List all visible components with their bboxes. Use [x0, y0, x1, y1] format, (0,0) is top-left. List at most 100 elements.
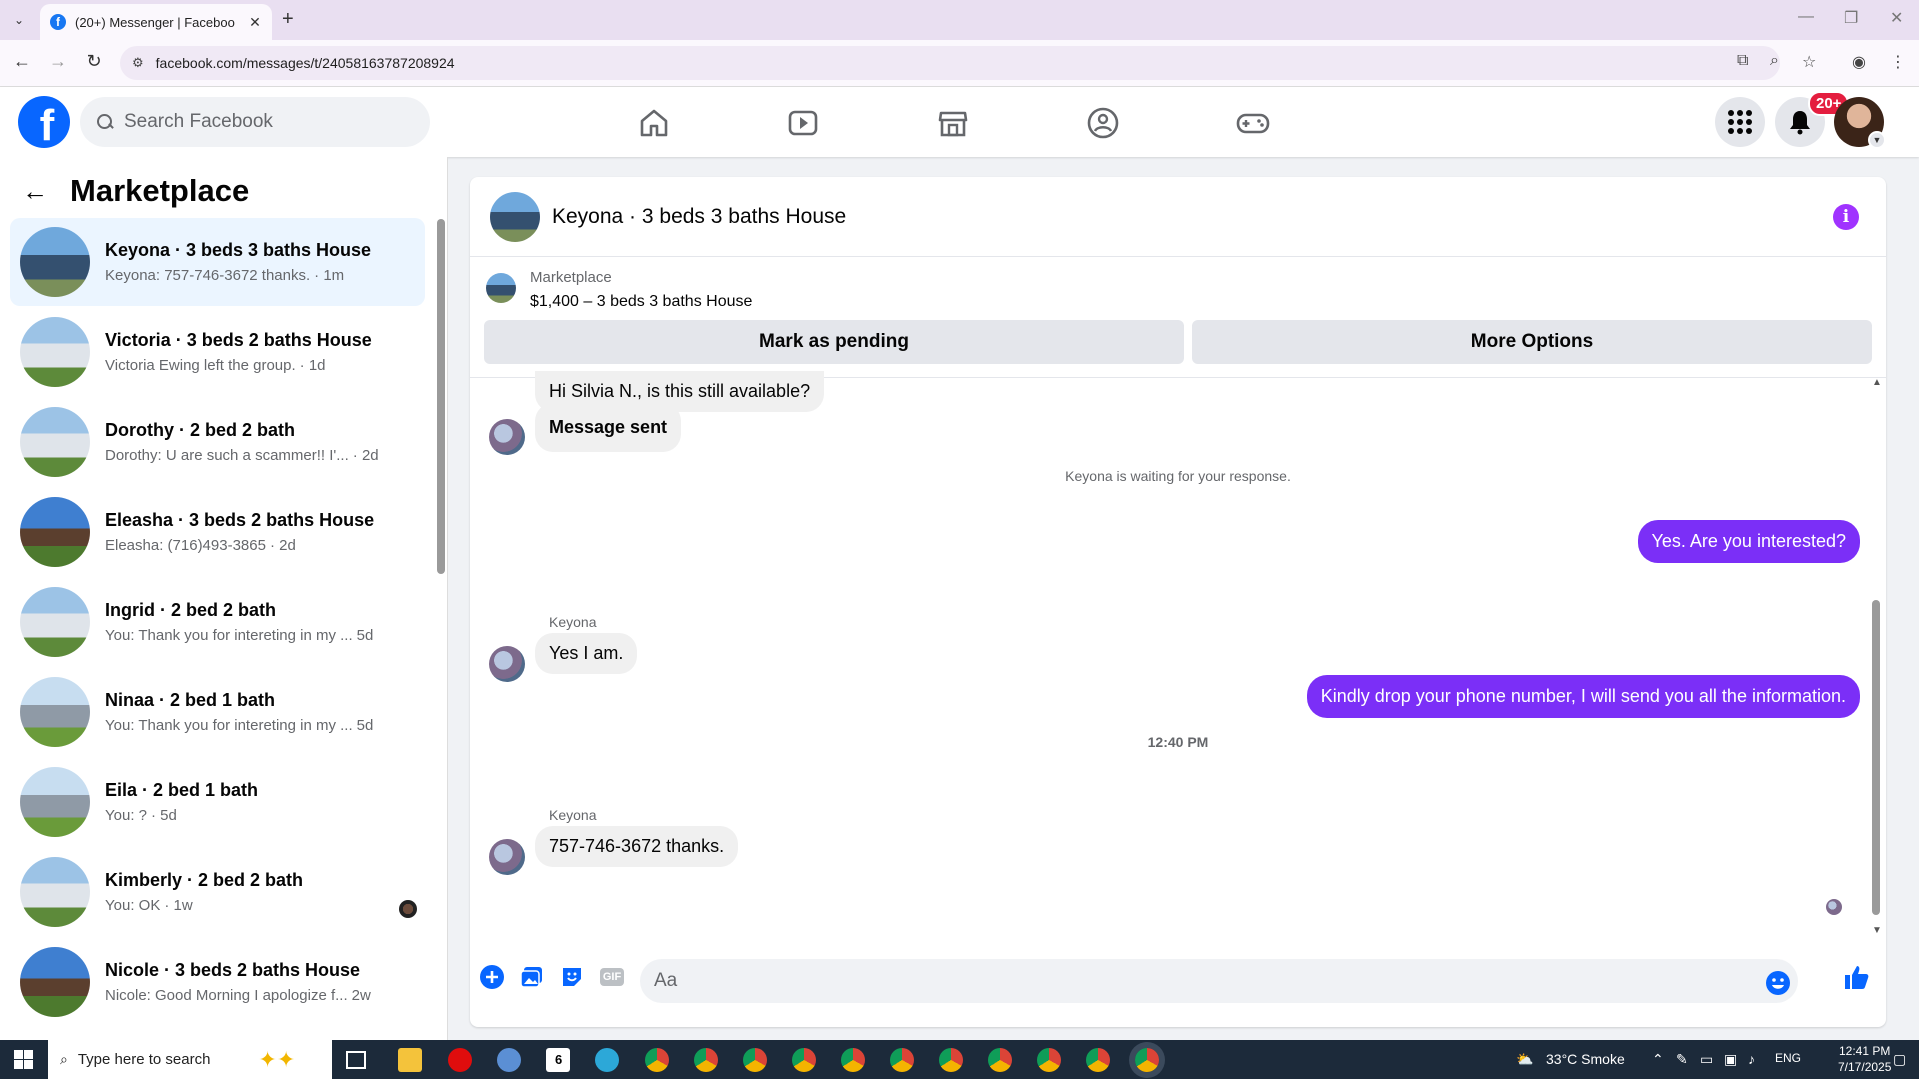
zoom-icon[interactable]: ⌕: [1770, 52, 1779, 70]
bookmark-star-icon[interactable]: ☆: [1802, 52, 1816, 72]
tab-search-chevron-icon[interactable]: ⌄: [8, 9, 30, 31]
conversation-name: Eila · 2 bed 1 bath: [105, 780, 259, 800]
back-arrow-icon[interactable]: ←: [22, 176, 48, 207]
new-tab-icon[interactable]: +: [282, 8, 294, 31]
site-info-icon[interactable]: ⚙: [132, 55, 144, 71]
back-icon[interactable]: ←: [10, 51, 34, 72]
tab-close-icon[interactable]: ✕: [244, 14, 266, 31]
sidebar-scrollbar[interactable]: [437, 219, 445, 574]
chrome-icon[interactable]: [890, 1048, 914, 1072]
sticker-icon[interactable]: [558, 963, 586, 991]
menu-dots-icon[interactable]: ⋮: [1890, 52, 1906, 72]
profile-icon[interactable]: ◉: [1852, 52, 1866, 72]
app-icon[interactable]: [497, 1048, 521, 1072]
search-input[interactable]: [124, 111, 404, 133]
search-box[interactable]: [80, 97, 430, 147]
sender-avatar[interactable]: [489, 839, 525, 875]
conversation-item[interactable]: Keyona · 3 beds 3 baths House Keyona: 75…: [10, 218, 425, 306]
chrome-icon[interactable]: [841, 1048, 865, 1072]
chat-listing-thumbnail[interactable]: [490, 191, 540, 242]
account-chevron-icon[interactable]: ▼: [1868, 131, 1886, 149]
photo-icon[interactable]: [518, 963, 546, 991]
conversation-item[interactable]: Ingrid · 2 bed 2 bath You: Thank you for…: [10, 578, 425, 666]
weather-text[interactable]: 33°C Smoke: [1546, 1051, 1625, 1067]
sender-avatar[interactable]: [489, 419, 525, 455]
sender-avatar[interactable]: [489, 646, 525, 682]
reload-icon[interactable]: ↻: [82, 51, 106, 72]
minimize-icon[interactable]: —: [1798, 8, 1814, 26]
facebook-logo-icon[interactable]: f: [18, 96, 70, 148]
thumbs-up-icon[interactable]: [1842, 963, 1870, 991]
more-options-button[interactable]: More Options: [1192, 320, 1872, 364]
taskbar-clock[interactable]: 12:41 PM 7/17/2025: [1838, 1043, 1891, 1075]
restore-icon[interactable]: ❐: [1844, 8, 1858, 28]
network-icon[interactable]: ▣: [1724, 1051, 1737, 1068]
chat-panel: Keyona · 3 beds 3 baths House i Marketpl…: [470, 177, 1886, 1027]
windows-start-icon[interactable]: [14, 1050, 33, 1069]
taskbar-search-text: Type here to search: [77, 1051, 211, 1068]
conversation-item[interactable]: Eleasha · 3 beds 2 baths House Eleasha: …: [10, 488, 425, 576]
browser-tab[interactable]: f (20+) Messenger | Facebook ✕: [40, 4, 272, 40]
files-app-icon[interactable]: 6: [546, 1048, 570, 1072]
language-indicator[interactable]: ENG: [1775, 1051, 1801, 1065]
chrome-active-icon[interactable]: [1135, 1048, 1159, 1072]
task-view-icon[interactable]: [346, 1051, 366, 1069]
chrome-icon[interactable]: [1086, 1048, 1110, 1072]
conversation-item[interactable]: Dorothy · 2 bed 2 bath Dorothy: U are su…: [10, 398, 425, 486]
info-icon[interactable]: i: [1833, 204, 1859, 230]
marketplace-icon[interactable]: [935, 105, 971, 141]
gif-icon[interactable]: GIF: [598, 963, 626, 991]
chrome-icon[interactable]: [743, 1048, 767, 1072]
conversation-item[interactable]: Kimberly · 2 bed 2 bath You: OK · 1w: [10, 848, 425, 936]
tab-title: (20+) Messenger | Facebook: [75, 14, 235, 30]
edge-icon[interactable]: [595, 1048, 619, 1072]
plus-circle-icon[interactable]: [478, 963, 506, 991]
message-input[interactable]: [640, 959, 1798, 1003]
search-highlight-icon: ✦✦: [258, 1046, 296, 1072]
volume-icon[interactable]: ♪: [1748, 1051, 1755, 1067]
file-explorer-icon[interactable]: [398, 1048, 422, 1072]
message-list: Hi Silvia N., is this still available? M…: [470, 371, 1886, 939]
conversation-time: · 5d: [151, 807, 177, 824]
home-icon[interactable]: [636, 105, 672, 141]
listing-price[interactable]: $1,400 – 3 beds 3 baths House: [530, 293, 752, 311]
battery-icon[interactable]: ▭: [1700, 1051, 1713, 1068]
conversation-item[interactable]: Eila · 2 bed 1 bath You: ? · 5d: [10, 758, 425, 846]
chrome-icon[interactable]: [1037, 1048, 1061, 1072]
notification-center-icon[interactable]: ▢: [1893, 1051, 1906, 1068]
marketplace-label: Marketplace: [530, 269, 612, 286]
scroll-down-icon[interactable]: ▼: [1872, 925, 1882, 936]
listing-thumbnail: [20, 677, 90, 747]
conversation-item[interactable]: Victoria · 3 beds 2 baths House Victoria…: [10, 308, 425, 396]
scroll-up-icon[interactable]: ▲: [1872, 377, 1882, 388]
window-close-icon[interactable]: ✕: [1890, 8, 1903, 28]
conversation-item[interactable]: Ninaa · 2 bed 1 bath You: Thank you for …: [10, 668, 425, 756]
weather-icon[interactable]: ⛅: [1516, 1051, 1533, 1068]
read-receipt-avatar: [1826, 899, 1842, 915]
conversation-time: · 2d: [269, 537, 296, 554]
forward-icon[interactable]: →: [46, 51, 70, 72]
gaming-icon[interactable]: [1235, 105, 1271, 141]
pen-icon[interactable]: ✎: [1676, 1051, 1688, 1068]
chat-title[interactable]: Keyona · 3 beds 3 baths House: [552, 205, 846, 229]
chrome-icon[interactable]: [988, 1048, 1012, 1072]
chat-scroll-thumb[interactable]: [1872, 600, 1880, 915]
chat-scrollbar[interactable]: ▲ ▼: [1872, 377, 1882, 936]
chrome-icon[interactable]: [792, 1048, 816, 1072]
seen-avatar: [399, 900, 417, 918]
tray-chevron-icon[interactable]: ⌃: [1652, 1051, 1664, 1068]
mark-as-pending-button[interactable]: Mark as pending: [484, 320, 1184, 364]
menu-grid-icon[interactable]: [1715, 97, 1765, 147]
install-app-icon[interactable]: ⧉: [1737, 52, 1748, 70]
url-field[interactable]: ⚙ facebook.com/messages/t/24058163787208…: [120, 46, 1780, 80]
taskbar-search[interactable]: ⌕ Type here to search ✦✦: [48, 1040, 332, 1079]
chrome-icon[interactable]: [694, 1048, 718, 1072]
clock-date: 7/17/2025: [1838, 1060, 1892, 1074]
conversation-item[interactable]: Nicole · 3 beds 2 baths House Nicole: Go…: [10, 938, 425, 1026]
emoji-icon[interactable]: [1764, 969, 1792, 997]
video-icon[interactable]: [785, 105, 821, 141]
opera-icon[interactable]: [448, 1048, 472, 1072]
chrome-icon[interactable]: [939, 1048, 963, 1072]
chrome-icon[interactable]: [645, 1048, 669, 1072]
groups-icon[interactable]: [1085, 105, 1121, 141]
